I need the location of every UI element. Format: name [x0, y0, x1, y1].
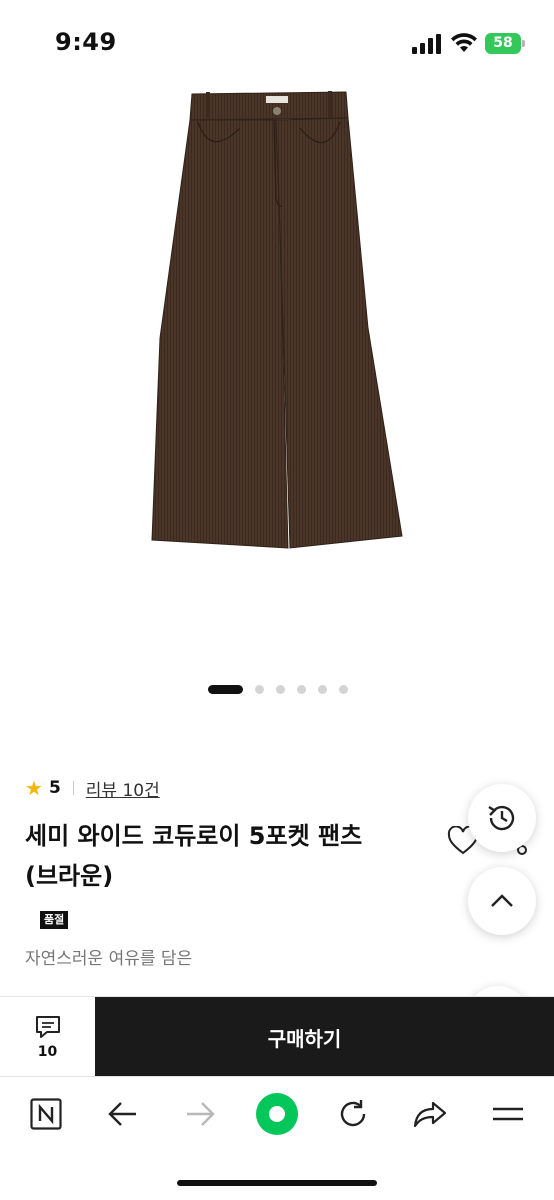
recent-history-button[interactable] — [468, 784, 536, 852]
signal-icon — [412, 34, 441, 54]
comment-button[interactable]: 10 — [0, 997, 95, 1077]
wifi-icon — [451, 33, 477, 52]
chevron-up-icon — [491, 894, 513, 907]
arrow-right-icon — [187, 1102, 215, 1126]
review-link[interactable]: 리뷰 10건 — [86, 776, 160, 801]
product-title-line2: (브라운) — [25, 862, 114, 890]
comment-icon — [36, 1016, 60, 1038]
home-indicator — [177, 1180, 377, 1186]
carousel-dot-active[interactable] — [208, 684, 243, 694]
buy-button[interactable]: 구매하기 — [95, 997, 554, 1077]
star-icon: ★ — [25, 776, 43, 800]
battery-cap — [522, 40, 525, 47]
carousel-dot[interactable] — [318, 684, 327, 694]
green-dot-button[interactable] — [252, 1091, 302, 1137]
scroll-top-button[interactable] — [468, 867, 536, 935]
battery-indicator: 58 — [485, 33, 525, 54]
arrow-left-icon — [108, 1102, 136, 1126]
divider — [72, 781, 74, 795]
rating-value: 5 — [48, 778, 61, 798]
naver-home-button[interactable] — [21, 1091, 71, 1137]
forward-button[interactable] — [175, 1091, 225, 1137]
soldout-badge: 품절 — [40, 911, 69, 929]
back-button[interactable] — [98, 1091, 148, 1137]
comment-count: 10 — [37, 1044, 58, 1060]
rating-row: ★ 5 리뷰 10건 — [25, 776, 160, 801]
green-dot-icon — [256, 1093, 298, 1135]
carousel-dot[interactable] — [255, 684, 264, 694]
status-bar: 9:49 58 — [0, 0, 554, 90]
menu-icon — [493, 1107, 523, 1121]
carousel-dot[interactable] — [339, 684, 348, 694]
naver-n-icon — [30, 1098, 62, 1130]
product-description: 자연스러운 여유를 담은 — [25, 949, 193, 969]
refresh-icon — [340, 1100, 366, 1127]
carousel-dot[interactable] — [297, 684, 306, 694]
product-title: 세미 와이드 코듀로이 5포켓 팬츠 (브라운) — [25, 816, 425, 896]
product-title-line1: 세미 와이드 코듀로이 5포켓 팬츠 — [25, 822, 363, 850]
carousel-dot[interactable] — [276, 684, 285, 694]
status-time: 9:49 — [55, 28, 117, 56]
share-arrow-icon — [413, 1101, 447, 1128]
history-icon — [488, 805, 515, 831]
carousel-indicator — [208, 684, 360, 694]
purchase-bar: 10 구매하기 — [0, 996, 554, 1077]
battery-level: 58 — [485, 33, 521, 54]
share-page-button[interactable] — [405, 1091, 455, 1137]
menu-button[interactable] — [483, 1091, 533, 1137]
refresh-button[interactable] — [328, 1091, 378, 1137]
product-image[interactable] — [140, 88, 414, 558]
